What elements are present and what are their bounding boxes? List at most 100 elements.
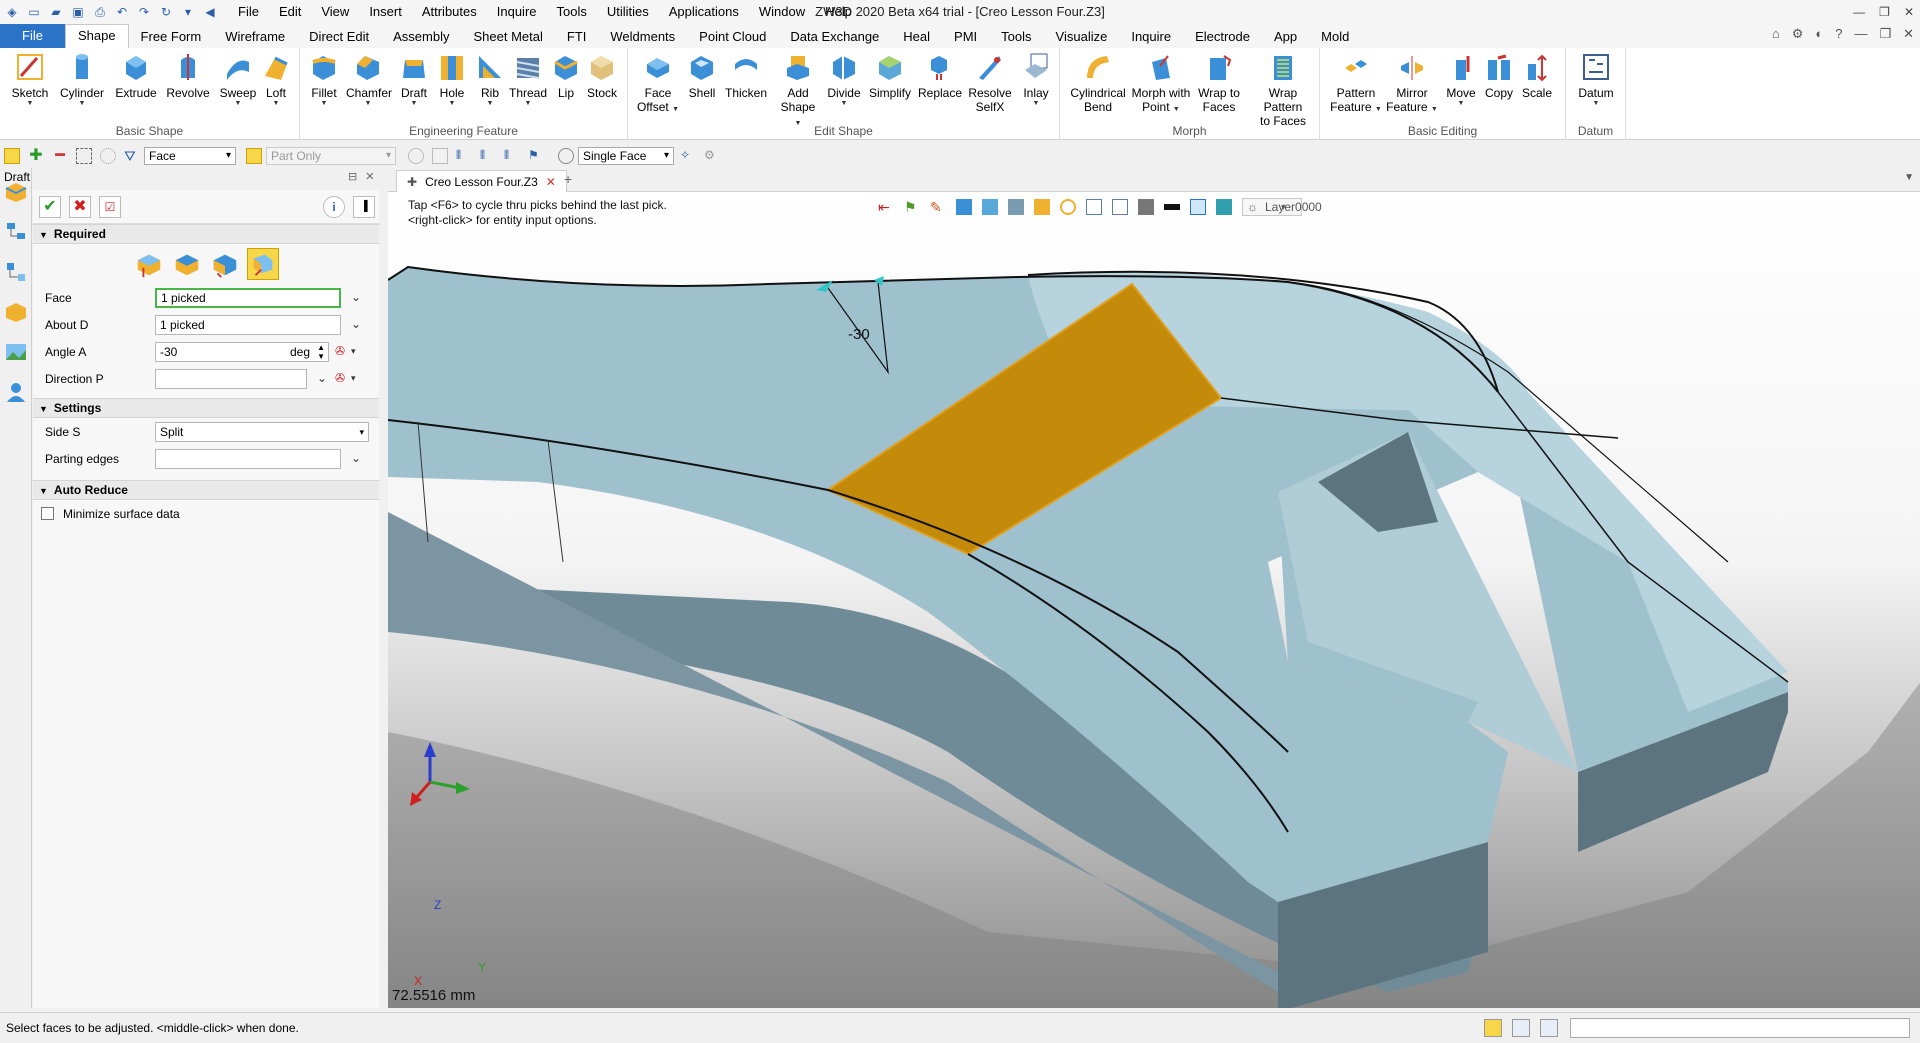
- back-arrow-icon[interactable]: ◀: [202, 4, 218, 20]
- remove-pick-icon[interactable]: ━: [52, 148, 68, 164]
- assembly-tree-icon[interactable]: [4, 260, 28, 284]
- cylindrical-bend-button[interactable]: Cylindrical Bend: [1068, 52, 1128, 114]
- tab-shape[interactable]: Shape: [64, 24, 129, 48]
- tab-app[interactable]: App: [1262, 26, 1309, 48]
- add-tab-icon[interactable]: +: [564, 171, 572, 187]
- save-icon[interactable]: ▣: [70, 4, 86, 20]
- command-input[interactable]: [1570, 1018, 1910, 1038]
- layer-tool-icon[interactable]: [1216, 199, 1232, 215]
- tab-mold[interactable]: Mold: [1309, 26, 1361, 48]
- box-select-icon[interactable]: [76, 148, 92, 164]
- menu-file[interactable]: File: [228, 0, 269, 24]
- model-view[interactable]: [388, 192, 1920, 1008]
- ok-button[interactable]: ✔: [39, 195, 61, 218]
- exit-icon[interactable]: ⇤: [878, 199, 894, 215]
- menu-utilities[interactable]: Utilities: [597, 0, 659, 24]
- revolve-button[interactable]: Revolve: [166, 52, 210, 100]
- redo-icon[interactable]: ↷: [136, 4, 152, 20]
- named-view-icon[interactable]: [1008, 199, 1024, 215]
- tab-tools[interactable]: Tools: [989, 26, 1043, 48]
- direction-dropdown-icon[interactable]: ▾: [351, 373, 356, 384]
- angle-dimension-label[interactable]: -30: [848, 326, 870, 343]
- add-pick-icon[interactable]: ✚: [28, 148, 44, 164]
- cancel-button[interactable]: ✖: [69, 195, 91, 218]
- menu-insert[interactable]: Insert: [359, 0, 412, 24]
- pick-mode-select[interactable]: Single Face: [578, 147, 674, 165]
- shaded-icon[interactable]: [956, 199, 972, 215]
- tab-close-icon[interactable]: ✕: [546, 172, 556, 192]
- menu-window[interactable]: Window: [749, 0, 815, 24]
- document-tab[interactable]: ✚ Creo Lesson Four.Z3 ✕: [396, 170, 567, 192]
- graphics-viewport[interactable]: -30 Z Y X Tap <F6> to cycle thru picks b…: [388, 192, 1920, 1008]
- line-style-icon[interactable]: [1164, 204, 1180, 210]
- scope-select[interactable]: Part Only: [266, 147, 396, 165]
- draft-type-face-icon[interactable]: [247, 248, 279, 280]
- grid-icon[interactable]: [432, 148, 448, 164]
- divide-button[interactable]: Divide ▼: [822, 52, 866, 108]
- side-select[interactable]: Split ▾: [155, 422, 369, 442]
- direction-input[interactable]: [155, 369, 307, 389]
- sketch-button[interactable]: Sketch ▼: [8, 52, 52, 108]
- pin-select-icon[interactable]: ⚑: [528, 148, 544, 164]
- restore-icon[interactable]: ❐: [1879, 0, 1890, 24]
- panel-close-icon[interactable]: ✕: [365, 170, 374, 183]
- draft-type-parting-line-icon[interactable]: [171, 248, 203, 280]
- mirror-feature-button[interactable]: Mirror Feature ▼: [1386, 52, 1438, 114]
- fillet-button[interactable]: Fillet ▼: [302, 52, 346, 108]
- tab-direct-edit[interactable]: Direct Edit: [297, 26, 381, 48]
- section-required[interactable]: ▼ Required: [33, 224, 379, 244]
- parting-input[interactable]: [155, 449, 341, 469]
- wrap-to-faces-button[interactable]: Wrap to Faces: [1194, 52, 1244, 114]
- replace-button[interactable]: Replace: [918, 52, 962, 100]
- undo-icon[interactable]: ↶: [114, 4, 130, 20]
- align-center-icon[interactable]: ⫴: [480, 148, 496, 164]
- background-icon[interactable]: [1190, 199, 1206, 215]
- menu-tools[interactable]: Tools: [547, 0, 597, 24]
- tab-weldments[interactable]: Weldments: [598, 26, 687, 48]
- part-scope-icon[interactable]: [246, 148, 262, 164]
- snap-icon[interactable]: [408, 148, 424, 164]
- status-list-icon[interactable]: [1540, 1019, 1558, 1037]
- help-icon[interactable]: ?: [1835, 26, 1842, 42]
- pick-config-icon[interactable]: ⚙: [704, 148, 720, 164]
- wrap-pattern-to-faces-button[interactable]: Wrap Pattern to Faces: [1248, 52, 1318, 128]
- part-icon[interactable]: [4, 300, 28, 324]
- close-window-icon[interactable]: ✕: [1904, 0, 1914, 24]
- pattern-feature-button[interactable]: Pattern Feature ▼: [1330, 52, 1382, 114]
- menu-attributes[interactable]: Attributes: [412, 0, 487, 24]
- resolve-selfx-button[interactable]: Resolve SelfX: [968, 52, 1012, 114]
- datum-button[interactable]: Datum ▼: [1574, 52, 1618, 108]
- history-tree-icon[interactable]: [4, 220, 28, 244]
- app-logo-icon[interactable]: ◈: [4, 4, 20, 20]
- minimize-icon[interactable]: —: [1853, 0, 1865, 24]
- display-style-icon[interactable]: [1034, 199, 1050, 215]
- open-file-icon[interactable]: ▰: [48, 4, 64, 20]
- face-offset-button[interactable]: Face Offset ▼: [636, 52, 680, 114]
- draft-type-step-icon[interactable]: [209, 248, 241, 280]
- doc-close-icon[interactable]: ✕: [1903, 26, 1914, 42]
- filter-view-icon[interactable]: ⚑: [904, 199, 920, 215]
- minimize-checkbox[interactable]: [41, 507, 54, 520]
- render-icon[interactable]: [1138, 199, 1154, 215]
- section-view-icon[interactable]: [1112, 199, 1128, 215]
- doc-minimize-icon[interactable]: —: [1854, 26, 1867, 42]
- angle-dropdown-icon[interactable]: ▾: [351, 346, 356, 357]
- tab-data-exchange[interactable]: Data Exchange: [778, 26, 891, 48]
- about-input[interactable]: 1 picked: [155, 315, 341, 335]
- pin-icon[interactable]: ⌂: [1772, 26, 1780, 42]
- filter-icon[interactable]: ⛛: [124, 148, 140, 164]
- angle-spinner-icon[interactable]: ▲ ▼: [317, 343, 325, 361]
- pick-settings-icon[interactable]: ✧: [680, 148, 696, 164]
- status-view-icon[interactable]: [1484, 1019, 1502, 1037]
- simplify-button[interactable]: Simplify: [868, 52, 912, 100]
- doc-restore-icon[interactable]: ❐: [1879, 26, 1891, 42]
- face-expand-icon[interactable]: ⌄: [351, 290, 361, 304]
- lasso-icon[interactable]: [100, 148, 116, 164]
- tab-sheet-metal[interactable]: Sheet Metal: [462, 26, 555, 48]
- move-button[interactable]: Move ▼: [1442, 52, 1480, 108]
- pencil-icon[interactable]: ✎: [930, 199, 946, 215]
- face-input[interactable]: 1 picked: [155, 288, 341, 308]
- menu-applications[interactable]: Applications: [659, 0, 749, 24]
- extrude-button[interactable]: Extrude: [114, 52, 158, 100]
- settings-gear-icon[interactable]: ⚙: [1792, 26, 1804, 42]
